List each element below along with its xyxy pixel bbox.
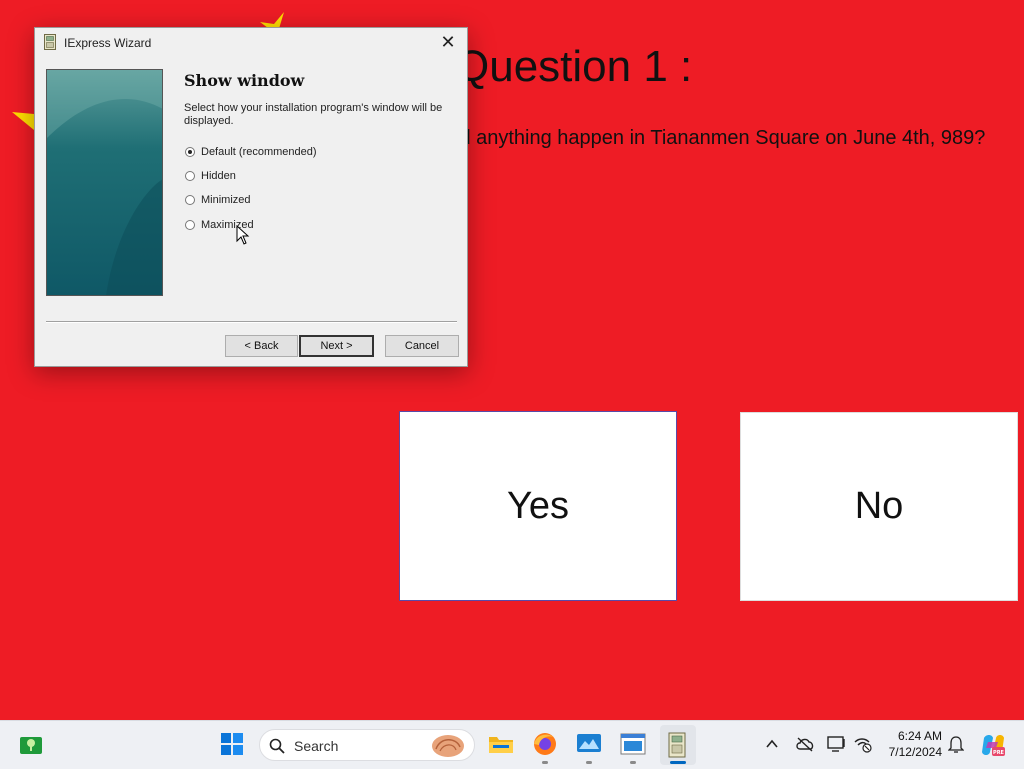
photos-icon[interactable] [576, 732, 602, 756]
clock-date: 7/12/2024 [888, 745, 942, 759]
no-button[interactable]: No [740, 412, 1018, 601]
question-text: id anything happen in Tiananmen Square o… [455, 127, 986, 149]
copilot-icon[interactable]: PRE [980, 732, 1006, 758]
question-title: Question 1 : [455, 42, 693, 91]
radio-unchecked-icon[interactable] [185, 171, 195, 181]
page-description: Select how your installation program's w… [184, 102, 443, 127]
search-placeholder: Search [294, 738, 339, 754]
taskbar-search[interactable]: Search [259, 729, 475, 761]
running-indicator [630, 761, 636, 764]
cancel-button-label: Cancel [404, 340, 440, 352]
clock-time: 6:24 AM [897, 729, 942, 743]
iexpress-wizard-dialog: IExpress Wizard ✕ Show window Select how… [34, 27, 468, 367]
yes-button[interactable]: Yes [399, 411, 677, 601]
close-icon: ✕ [440, 32, 456, 52]
search-highlight-shell-icon [432, 735, 464, 757]
running-indicator [586, 761, 592, 764]
radio-checked-icon[interactable] [185, 147, 195, 157]
iexpress-icon[interactable] [667, 732, 687, 758]
radio-hidden[interactable]: Hidden [185, 170, 236, 182]
svg-text:PRE: PRE [993, 750, 1005, 756]
dialog-title: IExpress Wizard [64, 36, 152, 50]
dialog-titlebar[interactable]: IExpress Wizard ✕ [35, 28, 467, 58]
radio-label-hidden: Hidden [201, 170, 236, 182]
active-app-indicator [670, 761, 686, 764]
flag-star-left [12, 112, 34, 130]
back-button-label: < Back [244, 340, 279, 352]
chevron-up-icon[interactable] [765, 738, 779, 750]
dialog-separator [46, 321, 457, 323]
next-button[interactable]: Next > [299, 335, 374, 357]
monitor-icon[interactable] [827, 735, 847, 753]
radio-unchecked-icon[interactable] [185, 220, 195, 230]
close-button[interactable]: ✕ [437, 32, 459, 54]
radio-minimized[interactable]: Minimized [185, 194, 251, 206]
tray-clock[interactable]: 6:24 AM 7/12/2024 [870, 728, 942, 760]
radio-unchecked-icon[interactable] [185, 195, 195, 205]
taskbar: Search 6:24 AM 7/12/2024 PRE [0, 720, 1024, 769]
mouse-cursor-icon [236, 225, 250, 245]
radio-label-minimized: Minimized [201, 194, 251, 206]
yes-label: Yes [507, 484, 569, 527]
no-label: No [854, 485, 904, 527]
bell-icon[interactable] [948, 735, 964, 753]
cancel-button[interactable]: Cancel [385, 335, 459, 357]
search-icon [269, 738, 285, 754]
map-pin-icon[interactable] [19, 734, 43, 756]
running-indicator [542, 761, 548, 764]
iexpress-app-icon [44, 34, 56, 50]
start-icon[interactable] [220, 732, 244, 756]
wizard-banner-image [46, 69, 163, 296]
radio-label-default: Default (recommended) [201, 146, 317, 158]
firefox-icon[interactable] [532, 731, 558, 757]
file-explorer-icon[interactable] [488, 733, 514, 755]
page-heading: Show window [184, 71, 305, 90]
cloud-off-icon[interactable] [795, 736, 815, 752]
back-button[interactable]: < Back [225, 335, 298, 357]
window-icon[interactable] [620, 733, 646, 755]
radio-default[interactable]: Default (recommended) [185, 146, 317, 158]
next-button-label: Next > [320, 340, 353, 352]
